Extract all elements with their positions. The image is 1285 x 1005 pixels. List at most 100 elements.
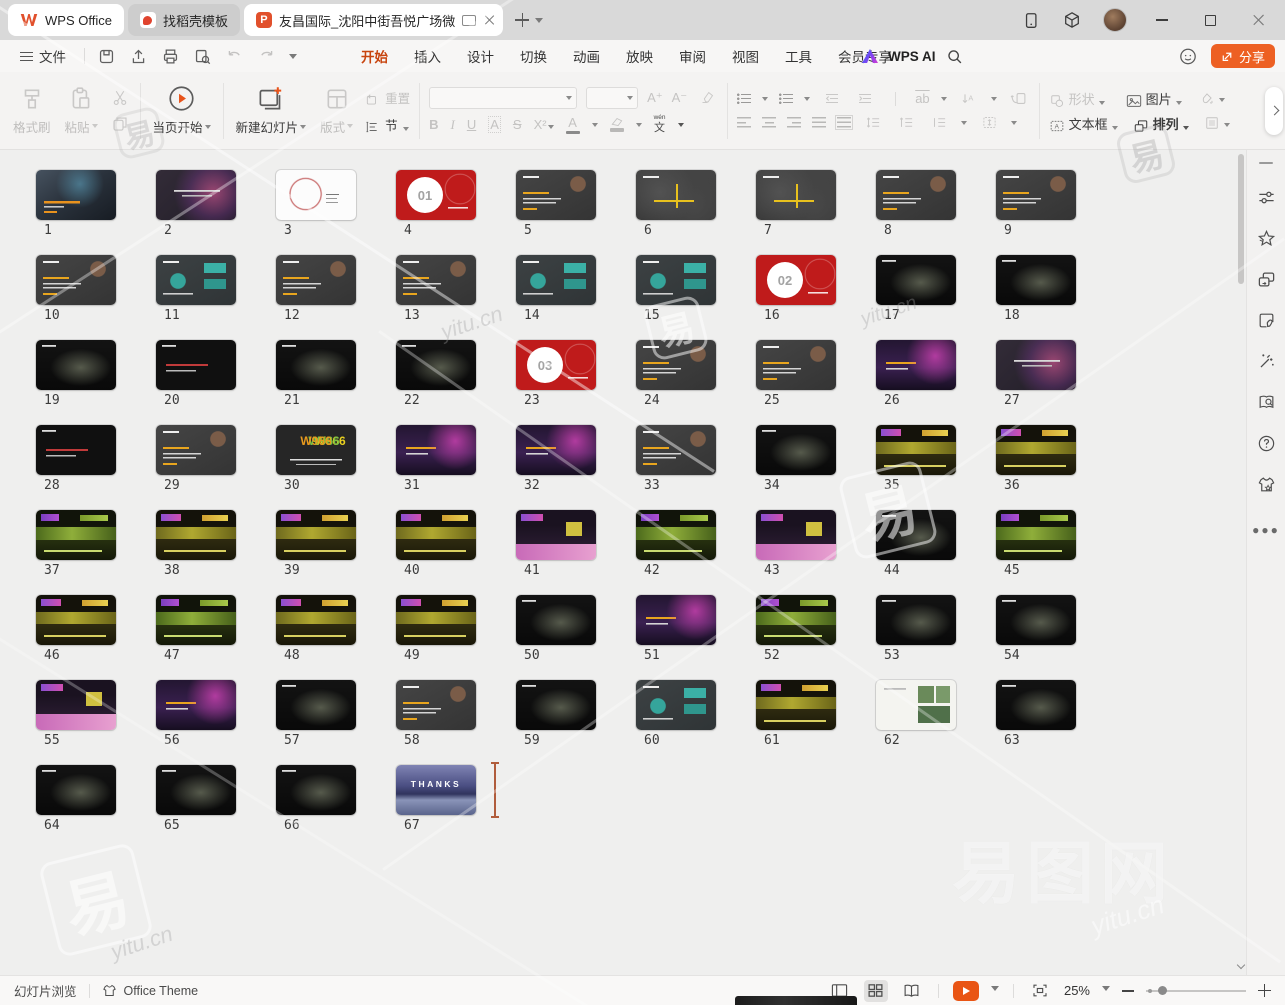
- line-spacing-up-icon[interactable]: [862, 114, 884, 132]
- slide-thumbnail[interactable]: [156, 765, 236, 815]
- slide-thumbnail[interactable]: [156, 680, 236, 730]
- paste-button[interactable]: 粘贴: [58, 79, 105, 143]
- zoom-slider[interactable]: [1146, 990, 1246, 992]
- slide-thumbnail[interactable]: [876, 255, 956, 305]
- menu-tab[interactable]: 动画: [564, 41, 609, 71]
- slide-thumbnail[interactable]: [156, 255, 236, 305]
- mobile-view-icon[interactable]: [1023, 11, 1041, 29]
- fill-color-button[interactable]: [1199, 91, 1225, 105]
- search-icon[interactable]: [946, 47, 964, 65]
- align-center-icon[interactable]: [762, 117, 776, 128]
- slide-thumbnail[interactable]: [516, 425, 596, 475]
- new-slide-button[interactable]: 新建幻灯片: [229, 79, 314, 143]
- export-icon[interactable]: [129, 47, 147, 65]
- text-direction-icon[interactable]: A: [958, 90, 980, 108]
- slide-thumbnail[interactable]: [36, 595, 116, 645]
- slide-thumbnail[interactable]: [756, 340, 836, 390]
- slide-thumbnail[interactable]: [636, 595, 716, 645]
- slide-thumbnail[interactable]: [756, 595, 836, 645]
- close-button[interactable]: [1245, 7, 1271, 33]
- effects-star-icon[interactable]: [1256, 228, 1276, 248]
- scrollbar-down-arrow[interactable]: [1236, 961, 1246, 971]
- slide-thumbnail[interactable]: [876, 425, 956, 475]
- properties-sliders-icon[interactable]: [1256, 187, 1276, 207]
- tab-wps-home[interactable]: WPS Office: [8, 4, 124, 36]
- ribbon-expand-button[interactable]: [1265, 87, 1283, 135]
- cut-icon[interactable]: [109, 89, 131, 107]
- slide-thumbnail[interactable]: [276, 170, 356, 220]
- slide-thumbnail[interactable]: [996, 170, 1076, 220]
- slide-thumbnail[interactable]: [636, 510, 716, 560]
- menu-tab[interactable]: 视图: [723, 41, 768, 71]
- character-border-button[interactable]: A: [488, 116, 501, 133]
- zoom-in-button[interactable]: [1258, 984, 1271, 997]
- slide-thumbnail[interactable]: [36, 340, 116, 390]
- slide-thumbnail[interactable]: [636, 680, 716, 730]
- theme-name[interactable]: Office Theme: [124, 984, 199, 998]
- slide-thumbnail[interactable]: [36, 425, 116, 475]
- slide-thumbnail[interactable]: W966: [276, 425, 356, 475]
- phonetic-guide-button[interactable]: wén 文: [654, 115, 666, 134]
- slide-thumbnail[interactable]: [156, 340, 236, 390]
- slide-thumbnail[interactable]: 02: [756, 255, 836, 305]
- slide-thumbnail[interactable]: [396, 595, 476, 645]
- slide-thumbnail[interactable]: 03: [516, 340, 596, 390]
- slide-thumbnail[interactable]: [636, 340, 716, 390]
- slide-thumbnail[interactable]: [756, 680, 836, 730]
- slide-thumbnail[interactable]: [996, 680, 1076, 730]
- slide-thumbnail[interactable]: [36, 510, 116, 560]
- slide-thumbnail[interactable]: [516, 680, 596, 730]
- cloud-sync-icon[interactable]: [1179, 47, 1197, 65]
- slide-thumbnail[interactable]: [36, 170, 116, 220]
- menu-tab[interactable]: 设计: [458, 41, 503, 71]
- quickbar-dropdown-icon[interactable]: [289, 54, 297, 63]
- slide-thumbnail[interactable]: [396, 680, 476, 730]
- paragraph-settings-icon[interactable]: [978, 114, 1000, 132]
- print-preview-icon[interactable]: [193, 47, 211, 65]
- zoom-slider-thumb[interactable]: [1158, 986, 1167, 995]
- play-options-dropdown-icon[interactable]: [991, 986, 999, 995]
- tab-close-icon[interactable]: [483, 14, 495, 26]
- slide-layout-button[interactable]: 版式: [313, 79, 360, 143]
- magic-wand-icon[interactable]: [1256, 351, 1276, 371]
- clear-format-icon[interactable]: [696, 89, 718, 107]
- decrease-indent-icon[interactable]: [821, 90, 843, 108]
- scrollbar-thumb[interactable]: [1238, 154, 1244, 284]
- slide-thumbnail[interactable]: [996, 255, 1076, 305]
- minimize-button[interactable]: [1149, 7, 1175, 33]
- slide-thumbnail[interactable]: THANKS: [396, 765, 476, 815]
- tab-presentation-document[interactable]: P 友昌国际_沈阳中街吾悦广场微: [244, 4, 503, 36]
- app-box-icon[interactable]: [1063, 11, 1081, 29]
- slide-thumbnail[interactable]: [396, 255, 476, 305]
- slide-thumbnail[interactable]: [636, 170, 716, 220]
- distribute-text-icon[interactable]: [837, 117, 851, 128]
- zoom-dropdown-icon[interactable]: [1102, 986, 1110, 995]
- slide-thumbnail[interactable]: [996, 510, 1076, 560]
- slide-thumbnail[interactable]: [36, 255, 116, 305]
- menu-tab[interactable]: 插入: [405, 41, 450, 71]
- signature-pen-icon[interactable]: [1256, 310, 1276, 330]
- slide-thumbnail[interactable]: [276, 765, 356, 815]
- file-menu-button[interactable]: 文件: [10, 46, 76, 66]
- frame-style-button[interactable]: [1204, 116, 1230, 130]
- vertical-scrollbar[interactable]: [1236, 150, 1246, 975]
- numbered-list-icon[interactable]: [779, 93, 793, 104]
- slide-thumbnail[interactable]: [36, 765, 116, 815]
- format-painter-button[interactable]: 格式刷: [6, 79, 58, 143]
- transition-shapes-icon[interactable]: [1256, 269, 1276, 289]
- copy-icon[interactable]: [109, 115, 131, 133]
- slide-thumbnail[interactable]: [516, 170, 596, 220]
- section-button[interactable]: 节: [364, 115, 409, 134]
- shapes-button[interactable]: 形状: [1049, 89, 1105, 108]
- share-button[interactable]: 分享: [1211, 44, 1275, 68]
- help-icon[interactable]: [1256, 433, 1276, 453]
- bullet-list-icon[interactable]: [737, 93, 751, 104]
- user-avatar[interactable]: [1103, 8, 1127, 32]
- slide-thumbnail[interactable]: [276, 680, 356, 730]
- slide-thumbnail[interactable]: [996, 595, 1076, 645]
- font-size-select[interactable]: [586, 87, 638, 109]
- slide-thumbnail[interactable]: [516, 255, 596, 305]
- slide-thumbnail[interactable]: [756, 425, 836, 475]
- highlight-color-button[interactable]: [610, 117, 624, 132]
- slideshow-play-button[interactable]: [953, 981, 979, 1001]
